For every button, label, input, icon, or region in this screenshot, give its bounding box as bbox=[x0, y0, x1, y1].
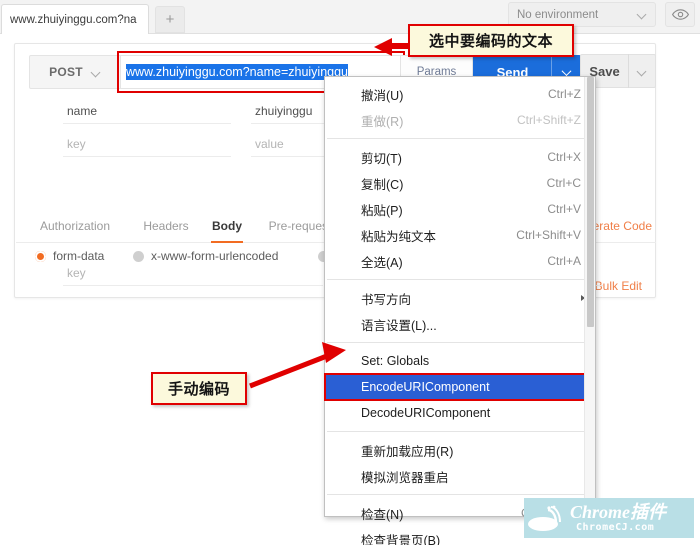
context-menu-item-label: 语言设置(L)... bbox=[361, 318, 437, 333]
tab-label: Authorization bbox=[39, 219, 111, 233]
annotation-callout-top: 选中要编码的文本 bbox=[408, 24, 574, 57]
send-options-chevron-icon[interactable] bbox=[552, 69, 580, 76]
context-menu-item-shortcut: Ctrl+Z bbox=[548, 87, 581, 101]
context-menu-separator bbox=[327, 494, 593, 495]
body-key-cell[interactable]: key bbox=[55, 258, 335, 291]
environment-label: No environment bbox=[517, 8, 599, 21]
underline bbox=[63, 156, 231, 157]
context-menu-item[interactable]: 全选(A) Ctrl+A bbox=[325, 248, 595, 274]
params-key-cell[interactable]: key bbox=[55, 129, 243, 162]
context-menu-item-shortcut: Ctrl+V bbox=[547, 202, 581, 216]
chevron-down-icon bbox=[92, 68, 101, 77]
underline bbox=[63, 123, 231, 124]
context-menu-item[interactable]: 模拟浏览器重启 bbox=[325, 463, 595, 489]
context-menu-item-label: 书写方向 bbox=[361, 292, 412, 307]
context-menu-item[interactable]: 语言设置(L)... bbox=[325, 311, 595, 337]
body-key-placeholder: key bbox=[67, 266, 86, 280]
context-menu-scrollbar[interactable] bbox=[584, 77, 595, 518]
context-menu-item-shortcut: Ctrl+X bbox=[547, 150, 581, 164]
tab-label: Headers bbox=[143, 219, 189, 233]
watermark-line1: Chrome插件 bbox=[570, 502, 667, 522]
browser-tab-label: www.zhuiyinggu.com?na bbox=[10, 13, 137, 26]
context-menu-item-label: 复制(C) bbox=[361, 177, 404, 192]
context-menu-item: 重做(R) Ctrl+Shift+Z bbox=[325, 107, 595, 133]
params-key-cell[interactable]: name bbox=[55, 96, 243, 129]
tab-label: Pre-request bbox=[268, 219, 332, 233]
tab-headers[interactable]: Headers bbox=[133, 209, 199, 243]
context-menu-item-label: DecodeURIComponent bbox=[361, 406, 491, 420]
browser-tab-bar: www.zhuiyinggu.com?na + No environment bbox=[0, 0, 700, 34]
context-menu-item-shortcut: Ctrl+Shift+V bbox=[516, 228, 581, 242]
context-menu-item-label: 粘贴(P) bbox=[361, 203, 403, 218]
radio-selected-icon bbox=[35, 250, 46, 262]
context-menu-item[interactable]: 书写方向 bbox=[325, 285, 595, 311]
tab-body[interactable]: Body bbox=[205, 209, 249, 243]
context-menu-item[interactable]: EncodeURIComponent bbox=[324, 373, 595, 401]
tab-authorization[interactable]: Authorization bbox=[24, 209, 126, 243]
context-menu-item[interactable]: DecodeURIComponent bbox=[325, 400, 595, 426]
tab-label: Body bbox=[212, 219, 242, 233]
context-menu-item-label: 剪切(T) bbox=[361, 151, 402, 166]
context-menu-item-shortcut: Ctrl+C bbox=[546, 176, 581, 190]
snail-icon bbox=[524, 503, 570, 533]
context-menu-item-label: 检查(N) bbox=[361, 507, 404, 522]
watermark-text: Chrome插件 ChromeCJ.com bbox=[570, 503, 666, 533]
scrollbar-thumb[interactable] bbox=[587, 77, 594, 327]
watermark-line2: ChromeCJ.com bbox=[576, 522, 655, 533]
context-menu: 撤消(U) Ctrl+Z 重做(R) Ctrl+Shift+Z 剪切(T) Ctrl+X 复… bbox=[324, 76, 596, 545]
url-input-selected-text: www.zhuiyinggu.com?name=zhuiyinggu bbox=[126, 64, 349, 80]
context-menu-item-label: EncodeURIComponent bbox=[361, 380, 490, 394]
context-menu-item-label: 全选(A) bbox=[361, 255, 403, 270]
annotation-callout-left: 手动编码 bbox=[151, 372, 247, 405]
context-menu-item[interactable]: 复制(C) Ctrl+C bbox=[325, 170, 595, 196]
save-options-chevron-icon[interactable] bbox=[629, 67, 655, 76]
context-menu-item-label: 模拟浏览器重启 bbox=[361, 470, 449, 485]
context-menu-item-label: 撤消(U) bbox=[361, 88, 404, 103]
context-menu-item-label: 粘贴为纯文本 bbox=[361, 229, 437, 244]
context-menu-item-label: 重做(R) bbox=[361, 114, 404, 129]
annotation-callout-top-text: 选中要编码的文本 bbox=[428, 32, 553, 50]
plus-icon: + bbox=[165, 11, 175, 28]
context-menu-item[interactable]: 粘贴(P) Ctrl+V bbox=[325, 196, 595, 222]
watermark: Chrome插件 ChromeCJ.com bbox=[524, 498, 694, 538]
context-menu-item-shortcut: Ctrl+Shift+Z bbox=[516, 113, 581, 127]
context-menu-item[interactable]: Set: Globals bbox=[325, 348, 595, 374]
context-menu-separator bbox=[327, 279, 593, 280]
context-menu-separator bbox=[327, 431, 593, 432]
new-tab-button[interactable]: + bbox=[155, 6, 185, 33]
context-menu-item[interactable]: 撤消(U) Ctrl+Z bbox=[325, 81, 595, 107]
environment-quick-look-button[interactable] bbox=[665, 2, 695, 27]
eye-icon bbox=[671, 9, 689, 20]
chevron-down-icon bbox=[638, 67, 647, 76]
context-menu-item[interactable]: 重新加载应用(R) bbox=[325, 437, 595, 463]
params-value-placeholder: value bbox=[255, 137, 284, 151]
context-menu-separator bbox=[327, 138, 593, 139]
context-menu-item-label: 重新加载应用(R) bbox=[361, 444, 454, 459]
params-key-placeholder: key bbox=[67, 137, 86, 151]
context-menu-item-shortcut: Ctrl+A bbox=[547, 254, 581, 268]
context-menu-item-label: Set: Globals bbox=[361, 354, 430, 368]
chevron-down-icon bbox=[638, 10, 647, 19]
screenshot-root: www.zhuiyinggu.com?na + No environment P… bbox=[0, 0, 700, 545]
underline bbox=[63, 285, 323, 286]
context-menu-item[interactable]: 粘贴为纯文本 Ctrl+Shift+V bbox=[325, 222, 595, 248]
method-selector[interactable]: POST bbox=[29, 55, 121, 89]
annotation-callout-left-text: 手动编码 bbox=[167, 380, 230, 398]
context-menu-item[interactable]: 剪切(T) Ctrl+X bbox=[325, 144, 595, 170]
params-key-value: name bbox=[67, 104, 98, 118]
method-label: POST bbox=[49, 65, 83, 79]
params-value-value: zhuiyinggu bbox=[255, 104, 313, 118]
browser-tab[interactable]: www.zhuiyinggu.com?na bbox=[1, 4, 149, 34]
context-menu-separator bbox=[327, 342, 593, 343]
